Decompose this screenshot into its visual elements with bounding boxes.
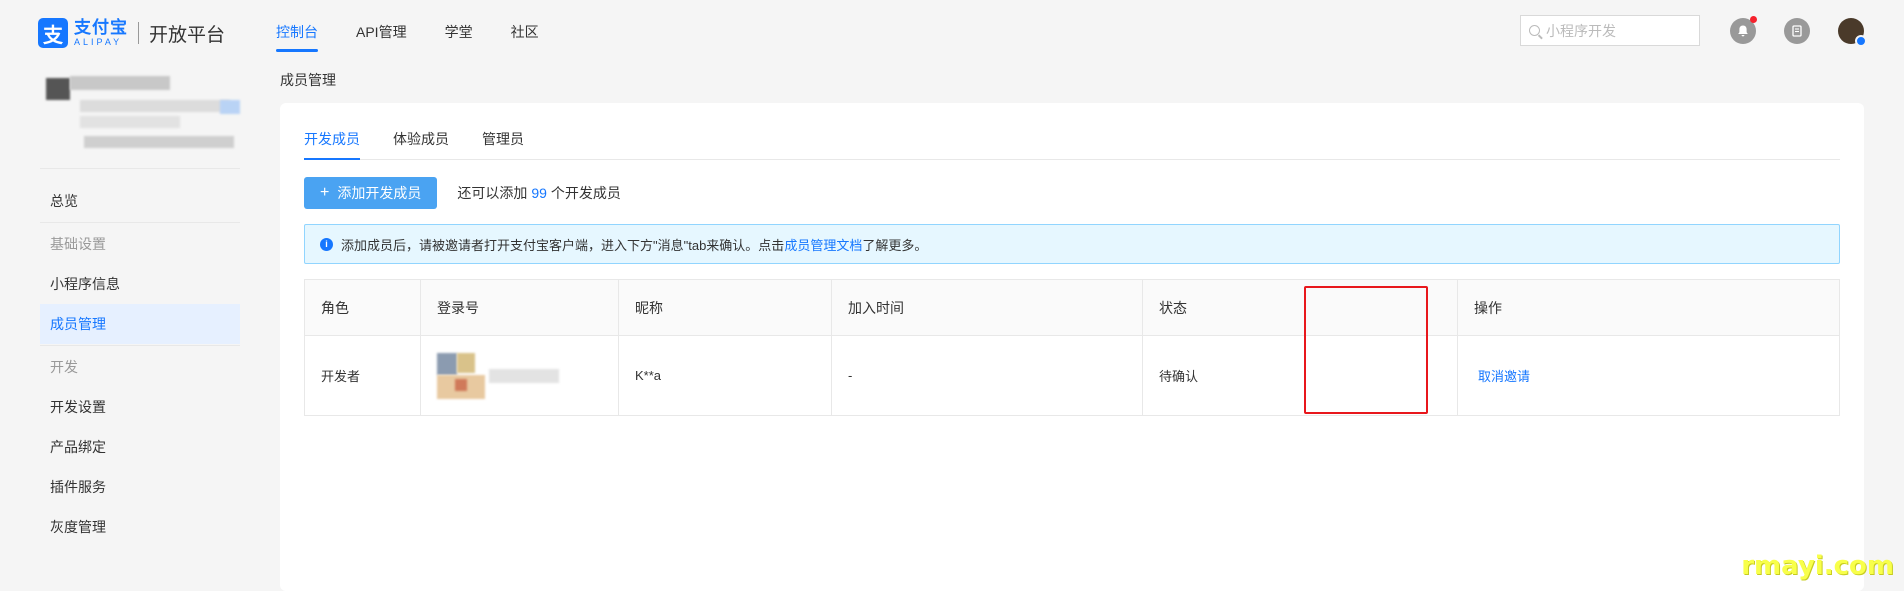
col-action: 操作 [1457, 279, 1840, 336]
add-developer-button[interactable]: + 添加开发成员 [304, 177, 438, 209]
sidebar-item-app-info[interactable]: 小程序信息 [40, 264, 240, 304]
alipay-icon: 支 [38, 18, 68, 48]
col-nickname: 昵称 [618, 279, 832, 336]
login-avatar-blurred [437, 351, 587, 401]
nav-console[interactable]: 控制台 [276, 0, 318, 64]
notification-dot [1750, 16, 1757, 23]
logo-divider [138, 22, 139, 44]
table-header-row: 角色 登录号 昵称 加入时间 状态 操作 [304, 279, 1840, 336]
member-table: 角色 登录号 昵称 加入时间 状态 操作 开发者 K**a - 待确认 取消邀请 [304, 279, 1840, 416]
member-tabs: 开发成员 体验成员 管理员 [304, 103, 1840, 160]
alert-text-end: 了解更多。 [862, 237, 928, 253]
col-role: 角色 [304, 279, 421, 336]
sidebar-item-product-binding[interactable]: 产品绑定 [40, 427, 240, 467]
info-icon: i [320, 237, 333, 251]
notification-bell-icon[interactable] [1730, 16, 1757, 44]
cell-nickname: K**a [618, 335, 832, 416]
user-avatar[interactable] [1838, 18, 1867, 47]
nav-api-management[interactable]: API管理 [356, 0, 407, 64]
sidebar-item-member-management[interactable]: 成员管理 [40, 304, 240, 344]
watermark: rmayi.com [1741, 551, 1894, 581]
quota-count: 99 [531, 185, 547, 201]
cancel-invite-link[interactable]: 取消邀请 [1474, 369, 1530, 384]
sidebar: 总览 基础设置 小程序信息 成员管理 开发 开发设置 产品绑定 插件服务 灰度管… [40, 64, 240, 591]
alipay-logo[interactable]: 支 支付宝 ALIPAY 开放平台 [38, 18, 225, 48]
cell-role: 开发者 [304, 335, 421, 416]
nav-community[interactable]: 社区 [511, 0, 539, 64]
sidebar-item-dev-settings[interactable]: 开发设置 [40, 387, 240, 427]
cell-login [420, 335, 619, 416]
logo-en-text: ALIPAY [74, 37, 123, 47]
sidebar-group-basic-settings: 基础设置 [50, 236, 106, 252]
avatar-badge-icon [1855, 35, 1867, 47]
table-row: 开发者 K**a - 待确认 取消邀请 [304, 335, 1840, 416]
search-box[interactable] [1520, 15, 1700, 46]
col-joined-time: 加入时间 [831, 279, 1143, 336]
sidebar-divider [40, 345, 240, 346]
document-icon[interactable] [1784, 18, 1810, 44]
member-docs-link[interactable]: 成员管理文档 [784, 235, 862, 254]
app-info-card[interactable] [40, 64, 240, 169]
top-header: 支 支付宝 ALIPAY 开放平台 控制台 API管理 学堂 社区 [0, 0, 1904, 64]
search-icon [1529, 25, 1540, 36]
sidebar-item-gray-release[interactable]: 灰度管理 [40, 507, 240, 547]
sidebar-group-development: 开发 [50, 359, 78, 375]
cell-action: 取消邀请 [1457, 335, 1840, 416]
alert-text: 添加成员后，请被邀请者打开支付宝客户端，进入下方"消息"tab来确认。点击 [341, 237, 785, 253]
quota-text: 还可以添加 99 个开发成员 [457, 185, 621, 201]
top-nav: 控制台 API管理 学堂 社区 [276, 0, 577, 64]
sidebar-item-plugin-service[interactable]: 插件服务 [40, 467, 240, 507]
logo-cn-text: 支付宝 [74, 18, 128, 37]
add-member-row: + 添加开发成员 还可以添加 99 个开发成员 [304, 177, 621, 209]
cell-status: 待确认 [1142, 335, 1458, 416]
cell-joined-time: - [831, 335, 1143, 416]
platform-title: 开放平台 [149, 24, 226, 46]
member-card: 开发成员 体验成员 管理员 + 添加开发成员 还可以添加 99 个开发成员 i 添加… [280, 103, 1864, 591]
sidebar-item-overview[interactable]: 总览 [40, 181, 240, 221]
tab-developers[interactable]: 开发成员 [304, 103, 360, 160]
info-alert: i 添加成员后，请被邀请者打开支付宝客户端，进入下方"消息"tab来确认。点击成… [304, 224, 1840, 264]
col-login: 登录号 [420, 279, 619, 336]
plus-icon: + [320, 184, 330, 201]
add-developer-label: 添加开发成员 [337, 185, 422, 201]
page-title: 成员管理 [280, 72, 336, 88]
tab-experience-members[interactable]: 体验成员 [393, 103, 449, 159]
nav-academy[interactable]: 学堂 [445, 0, 473, 64]
search-input[interactable] [1546, 22, 1686, 39]
sidebar-divider [40, 222, 240, 223]
tab-admins[interactable]: 管理员 [482, 103, 524, 159]
col-status: 状态 [1142, 279, 1458, 336]
app-logo-blurred [46, 78, 70, 100]
